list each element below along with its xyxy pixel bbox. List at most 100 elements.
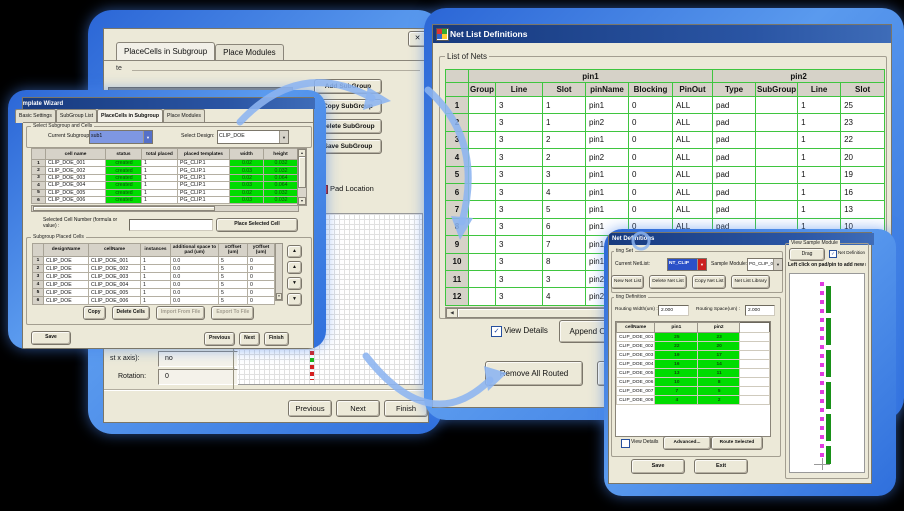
table-row[interactable]: 3CLIP_DOECLIP_DOE_00310.050	[33, 273, 275, 281]
nav-button[interactable]: Finish	[264, 332, 289, 346]
drag-button[interactable]: Drag	[789, 248, 825, 261]
row-number: 6	[446, 183, 469, 200]
table-row[interactable]: CLIP_DOE_0031917	[617, 351, 770, 360]
cell: 0	[248, 273, 275, 281]
table-row[interactable]: 5CLIP_DOECLIP_DOE_00510.050	[33, 289, 275, 297]
table-row[interactable]: 4CLIP_DOECLIP_DOE_00410.050	[33, 281, 275, 289]
nav-button[interactable]: Next	[239, 332, 260, 346]
sample-module-select[interactable]: PG_CLIP_00 ▼	[747, 258, 783, 271]
table-row[interactable]: 2CLIP_DOE_002created1PG_CLIP.10.030.032	[32, 167, 298, 174]
nav-button[interactable]: Finish	[384, 400, 428, 417]
table-row[interactable]: CLIP_DOE_0022220	[617, 342, 770, 351]
cell: 0	[248, 297, 275, 305]
advanced-button[interactable]: Advanced...	[663, 436, 711, 450]
select-design-select[interactable]: CLIP_DOE ▼	[217, 130, 289, 144]
table-row[interactable]: 6CLIP_DOECLIP_DOE_00610.050	[33, 297, 275, 305]
cell	[469, 288, 496, 305]
netlist-button[interactable]: Copy Net List	[692, 275, 727, 289]
tab[interactable]: PlaceCells in Subgroup	[97, 109, 163, 123]
current-subgroup-select[interactable]: sub1 ▼	[89, 130, 153, 144]
nav-button[interactable]: Previous	[204, 332, 235, 346]
row-move-icon[interactable]: ▼	[287, 293, 302, 306]
rotation-value[interactable]: 0	[158, 369, 238, 385]
netlist-titlebar[interactable]: Net List Definitions	[433, 25, 891, 43]
row-move-icon[interactable]: ▲	[287, 261, 302, 274]
net-definition-checkbox[interactable]: ✓	[829, 250, 837, 258]
table-row[interactable]: CLIP_DOE_0012523	[617, 333, 770, 342]
table-row[interactable]: 432pin20ALLpad120	[446, 149, 885, 166]
view-details-checkbox[interactable]: ✓	[491, 326, 502, 337]
table-row[interactable]: 1CLIP_DOECLIP_DOE_00110.050	[33, 257, 275, 265]
row-number: 8	[446, 218, 469, 235]
table-row[interactable]: CLIP_DOE_006108	[617, 378, 770, 387]
table-row[interactable]: 3CLIP_DOE_003created1PG_CLIP.10.020.064	[32, 174, 298, 181]
cell: ALL	[673, 97, 713, 114]
dialog-view-details-checkbox[interactable]	[621, 439, 630, 448]
wizard-titlebar[interactable]: Template Wizard	[23, 98, 315, 109]
placed-table-host: designNamecellNameinstancesadditional sp…	[32, 243, 275, 305]
route-selected-button[interactable]: Route Selected	[711, 436, 763, 450]
mirror-axis-value[interactable]: no	[158, 351, 238, 367]
chevron-down-icon[interactable]: ▼	[697, 259, 706, 270]
chevron-down-icon[interactable]: ▼	[773, 259, 782, 270]
cell: CLIP_DOE_004	[617, 360, 655, 369]
table-row[interactable]: 332pin10ALLpad122	[446, 131, 885, 148]
row-move-icon[interactable]: ▲	[287, 245, 302, 258]
cell: 1	[142, 167, 178, 174]
table-row[interactable]: 2CLIP_DOECLIP_DOE_00210.050	[33, 265, 275, 273]
table-row[interactable]: 4CLIP_DOE_004created1PG_CLIP.10.030.064	[32, 182, 298, 189]
table-row[interactable]: 6CLIP_DOE_006created1PG_CLIP.10.030.032	[32, 196, 298, 203]
tab[interactable]: PlaceCells in Subgroup	[116, 42, 215, 61]
table-row[interactable]: 533pin10ALLpad119	[446, 166, 885, 183]
cell	[740, 333, 770, 342]
cell: 0.0	[171, 289, 219, 297]
cell: 14	[698, 360, 740, 369]
remove-all-routed-button[interactable]: Remove All Routed	[485, 361, 583, 386]
table-row[interactable]: 131pin10ALLpad125	[446, 97, 885, 114]
save-button[interactable]: Save	[31, 331, 71, 345]
table-row[interactable]: CLIP_DOE_0051311	[617, 369, 770, 378]
table-row[interactable]: 735pin10ALLpad113	[446, 201, 885, 218]
table-row[interactable]: CLIP_DOE_00842	[617, 396, 770, 405]
dialog-save-button[interactable]: Save	[631, 459, 685, 474]
column-header: designName	[44, 244, 89, 257]
routing-width-input[interactable]: 2.000	[658, 305, 689, 316]
subgroup-button[interactable]: Add SubGroup	[314, 79, 382, 94]
table-button[interactable]: Export To File	[211, 306, 254, 320]
chevron-down-icon[interactable]: ▼	[143, 131, 152, 143]
table-row[interactable]: CLIP_DOE_00775	[617, 387, 770, 396]
selected-cell-input[interactable]	[129, 219, 213, 231]
current-netlist-select[interactable]: NT_CLIP ▼	[667, 258, 707, 271]
cells-vscrollbar[interactable]: ▲ ▼	[297, 148, 307, 206]
table-button[interactable]: Import From File	[156, 306, 205, 320]
placed-vscrollbar[interactable]: ▼	[275, 243, 283, 301]
tab[interactable]: SubGroup List	[56, 109, 97, 123]
scrollbar-thumb[interactable]	[33, 206, 215, 211]
table-row[interactable]: 5CLIP_DOE_005created1PG_CLIP.10.020.032	[32, 189, 298, 196]
table-button[interactable]: Delete Cells	[112, 306, 150, 320]
row-move-icon[interactable]: ▼	[287, 277, 302, 290]
place-selected-cell-button[interactable]: Place Selected Cell	[216, 218, 298, 232]
tab[interactable]: Basic Settings	[15, 109, 56, 123]
table-row[interactable]: 634pin10ALLpad116	[446, 183, 885, 200]
netlist-button[interactable]: New Net List	[611, 275, 644, 289]
table-row[interactable]: 1CLIP_DOE_001created1PG_CLIP.10.020.032	[32, 160, 298, 167]
netlist-button[interactable]: Net List Library	[731, 275, 769, 289]
netlist-button[interactable]: Delete Net List	[649, 275, 686, 289]
scroll-down-icon[interactable]: ▼	[298, 197, 306, 205]
tab[interactable]: Place Modules	[215, 44, 283, 61]
table-row[interactable]: CLIP_DOE_0041614	[617, 360, 770, 369]
scrollbar-thumb[interactable]	[298, 156, 306, 188]
chevron-down-icon[interactable]: ▼	[279, 131, 288, 143]
tab[interactable]: Place Modules	[163, 109, 205, 123]
scroll-down-icon[interactable]: ▼	[276, 293, 282, 300]
sample-module-canvas[interactable]	[789, 273, 865, 473]
row-number: 1	[33, 257, 44, 265]
table-row[interactable]: 231pin20ALLpad123	[446, 114, 885, 131]
routing-space-input[interactable]: 2.000	[745, 305, 775, 316]
table-button[interactable]: Copy	[83, 306, 106, 320]
cells-hscrollbar[interactable]	[31, 205, 299, 212]
dialog-exit-button[interactable]: Exit	[694, 459, 748, 474]
nav-button[interactable]: Previous	[288, 400, 332, 417]
nav-button[interactable]: Next	[336, 400, 380, 417]
